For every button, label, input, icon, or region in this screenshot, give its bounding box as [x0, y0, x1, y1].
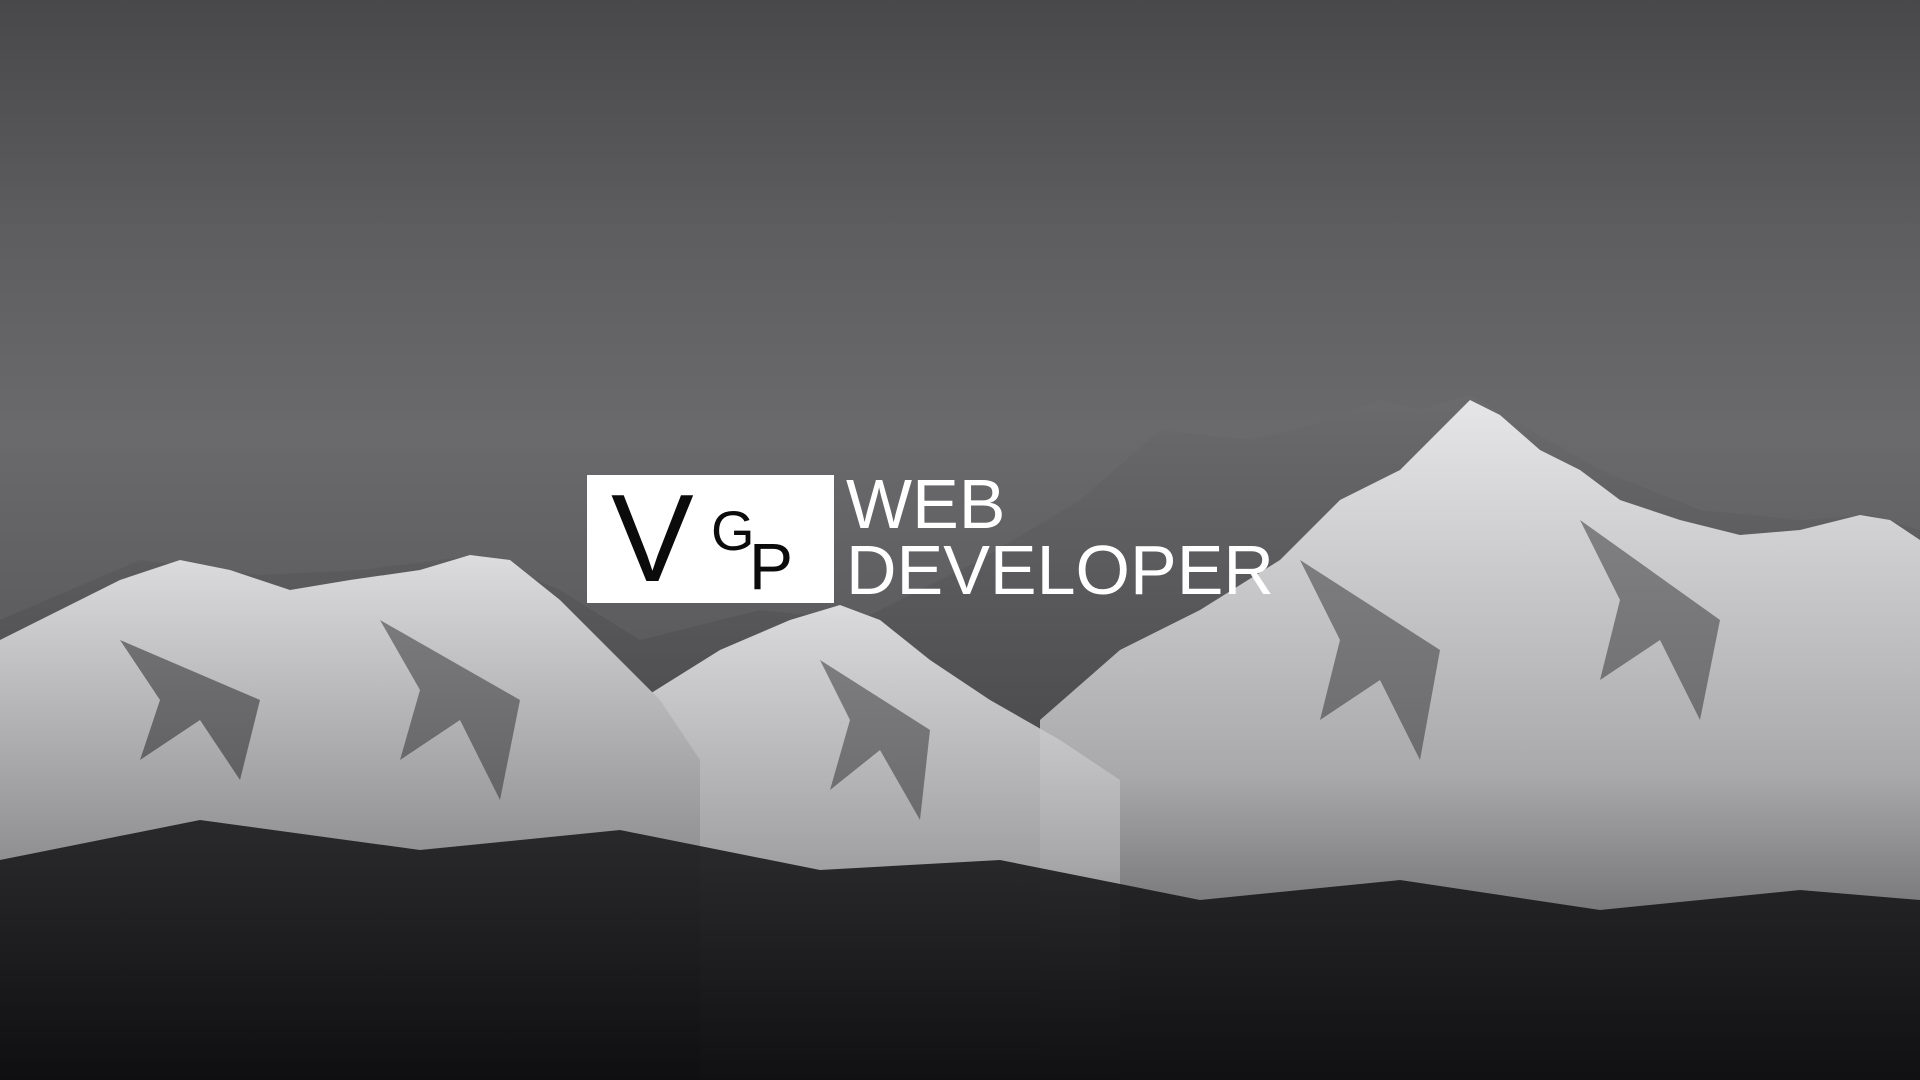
monogram-box: V G P: [587, 475, 834, 603]
monogram-letter-v: V: [611, 475, 694, 603]
brand-logo: V G P WEB DEVELOPER: [587, 469, 1274, 605]
brand-wordmark: WEB DEVELOPER: [846, 465, 1274, 609]
monogram-letter-p: P: [749, 529, 794, 603]
wordmark-line-1: WEB: [846, 465, 1006, 543]
hero-background: V G P WEB DEVELOPER: [0, 0, 1920, 1080]
wordmark-line-2: DEVELOPER: [846, 531, 1274, 609]
